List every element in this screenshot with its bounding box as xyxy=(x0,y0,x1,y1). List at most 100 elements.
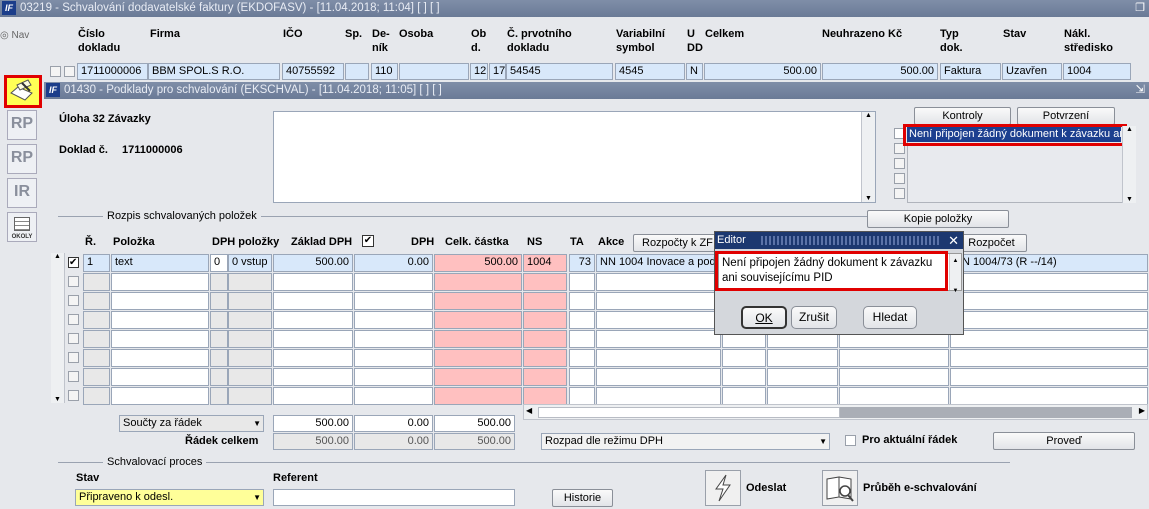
aktualni-checkbox[interactable] xyxy=(845,435,856,446)
item-cell[interactable] xyxy=(210,349,228,367)
item-cell[interactable] xyxy=(111,368,209,386)
inv-ob[interactable]: 12 xyxy=(470,63,488,80)
item-cell[interactable] xyxy=(210,330,228,348)
rozpad-select[interactable]: Rozpad dle režimu DPH ▼ xyxy=(541,433,830,450)
item-cell[interactable] xyxy=(354,292,433,310)
item-cell[interactable] xyxy=(111,292,209,310)
item-cell[interactable] xyxy=(950,292,1148,310)
item-cell[interactable] xyxy=(839,387,949,405)
item-cell[interactable]: NN 1004/73 (R --/14) xyxy=(950,254,1148,272)
referent-input[interactable] xyxy=(273,489,515,506)
item-cell[interactable] xyxy=(523,349,567,367)
messages-scrollbar[interactable]: ▲ ▼ xyxy=(1122,126,1136,203)
item-cell[interactable] xyxy=(83,349,110,367)
item-cell[interactable] xyxy=(210,273,228,291)
items-vscroll[interactable]: ▲ ▼ xyxy=(51,253,65,403)
item-cell[interactable] xyxy=(273,330,353,348)
okoly-button[interactable]: OKOLY xyxy=(7,212,37,242)
invoice-row-checkbox[interactable] xyxy=(64,66,75,77)
rozpocet-button[interactable]: Rozpočet xyxy=(956,234,1027,252)
item-cell[interactable] xyxy=(354,349,433,367)
item-cell[interactable] xyxy=(767,387,838,405)
inv-neuhrazeno[interactable]: 500.00 xyxy=(822,63,938,80)
kontroly-button[interactable]: Kontroly xyxy=(914,107,1011,125)
item-cell[interactable] xyxy=(434,349,522,367)
item-cell[interactable] xyxy=(228,330,272,348)
msg-check-5[interactable] xyxy=(894,188,905,199)
item-cell[interactable] xyxy=(596,349,721,367)
stav-select[interactable]: Připraveno k odesl. ▼ xyxy=(75,489,264,506)
item-cell[interactable]: 73 xyxy=(569,254,595,272)
item-cell[interactable] xyxy=(722,349,766,367)
inv-celkem[interactable]: 500.00 xyxy=(704,63,821,80)
inv-stav[interactable]: Uzavřen xyxy=(1002,63,1062,80)
item-cell[interactable]: 500.00 xyxy=(273,254,353,272)
inv-firma[interactable]: BBM SPOL.S R.O. xyxy=(148,63,280,80)
item-cell[interactable] xyxy=(950,387,1148,405)
item-cell[interactable] xyxy=(523,330,567,348)
item-cell[interactable] xyxy=(228,311,272,329)
item-cell[interactable] xyxy=(111,311,209,329)
row-checkbox[interactable] xyxy=(68,371,79,382)
item-cell[interactable] xyxy=(569,273,595,291)
row-checkbox[interactable]: ✔ xyxy=(68,257,79,268)
item-cell[interactable] xyxy=(228,292,272,310)
item-cell[interactable] xyxy=(596,311,721,329)
zaklad-checkbox[interactable]: ✔ xyxy=(362,235,374,247)
item-cell[interactable]: 0 vstup xyxy=(228,254,272,272)
item-cell[interactable] xyxy=(273,387,353,405)
item-cell[interactable] xyxy=(210,292,228,310)
row-checkbox[interactable] xyxy=(68,333,79,344)
proved-button[interactable]: Proveď xyxy=(993,432,1135,450)
soucty-select[interactable]: Součty za řádek ▼ xyxy=(119,415,264,432)
item-cell[interactable] xyxy=(767,368,838,386)
kopie-button[interactable]: Kopie položky xyxy=(867,210,1009,228)
item-cell[interactable] xyxy=(273,311,353,329)
item-cell[interactable] xyxy=(434,292,522,310)
item-cell[interactable]: 1004 xyxy=(523,254,567,272)
item-cell[interactable] xyxy=(354,311,433,329)
inv-sp[interactable] xyxy=(345,63,369,80)
inv-udd[interactable]: N xyxy=(686,63,703,80)
row-checkbox[interactable] xyxy=(68,295,79,306)
item-cell[interactable] xyxy=(523,387,567,405)
item-cell[interactable] xyxy=(722,368,766,386)
item-cell[interactable] xyxy=(950,330,1148,348)
inv-osoba[interactable] xyxy=(399,63,469,80)
item-cell[interactable] xyxy=(839,368,949,386)
item-cell[interactable]: NN 1004 Inovace a podp xyxy=(596,254,721,272)
inv-d[interactable]: 17 xyxy=(489,63,506,80)
inv-ico[interactable]: 40755592 xyxy=(282,63,344,80)
item-cell[interactable] xyxy=(950,349,1148,367)
inv-typ[interactable]: Faktura xyxy=(940,63,1001,80)
item-cell[interactable] xyxy=(228,349,272,367)
item-cell[interactable] xyxy=(228,368,272,386)
item-cell[interactable]: 500.00 xyxy=(434,254,522,272)
editor-zrusit-button[interactable]: Zrušit xyxy=(791,306,837,329)
item-cell[interactable] xyxy=(950,273,1148,291)
historie-button[interactable]: Historie xyxy=(552,489,613,507)
item-cell[interactable] xyxy=(273,273,353,291)
inv-prvotni[interactable]: 54545 xyxy=(506,63,613,80)
item-cell[interactable]: 0 xyxy=(210,254,228,272)
item-cell[interactable] xyxy=(210,311,228,329)
row-checkbox[interactable] xyxy=(68,352,79,363)
item-cell[interactable] xyxy=(354,387,433,405)
nav-button[interactable]: ◎ Nav xyxy=(0,30,36,44)
message-item-selected[interactable]: Není připojen žádný dokument k závazku a… xyxy=(907,127,1121,142)
potvrzeni-button[interactable]: Potvrzení xyxy=(1017,107,1115,125)
item-cell[interactable] xyxy=(83,330,110,348)
item-cell[interactable] xyxy=(569,311,595,329)
item-cell[interactable] xyxy=(83,387,110,405)
item-cell[interactable] xyxy=(569,368,595,386)
item-cell[interactable] xyxy=(354,273,433,291)
item-cell[interactable] xyxy=(722,387,766,405)
item-cell[interactable] xyxy=(83,292,110,310)
item-cell[interactable] xyxy=(950,311,1148,329)
item-cell[interactable] xyxy=(273,349,353,367)
row-checkbox[interactable] xyxy=(68,314,79,325)
item-cell[interactable] xyxy=(523,292,567,310)
item-cell[interactable] xyxy=(111,387,209,405)
ir-button[interactable]: IR xyxy=(7,178,37,208)
row-checkbox[interactable] xyxy=(68,390,79,401)
